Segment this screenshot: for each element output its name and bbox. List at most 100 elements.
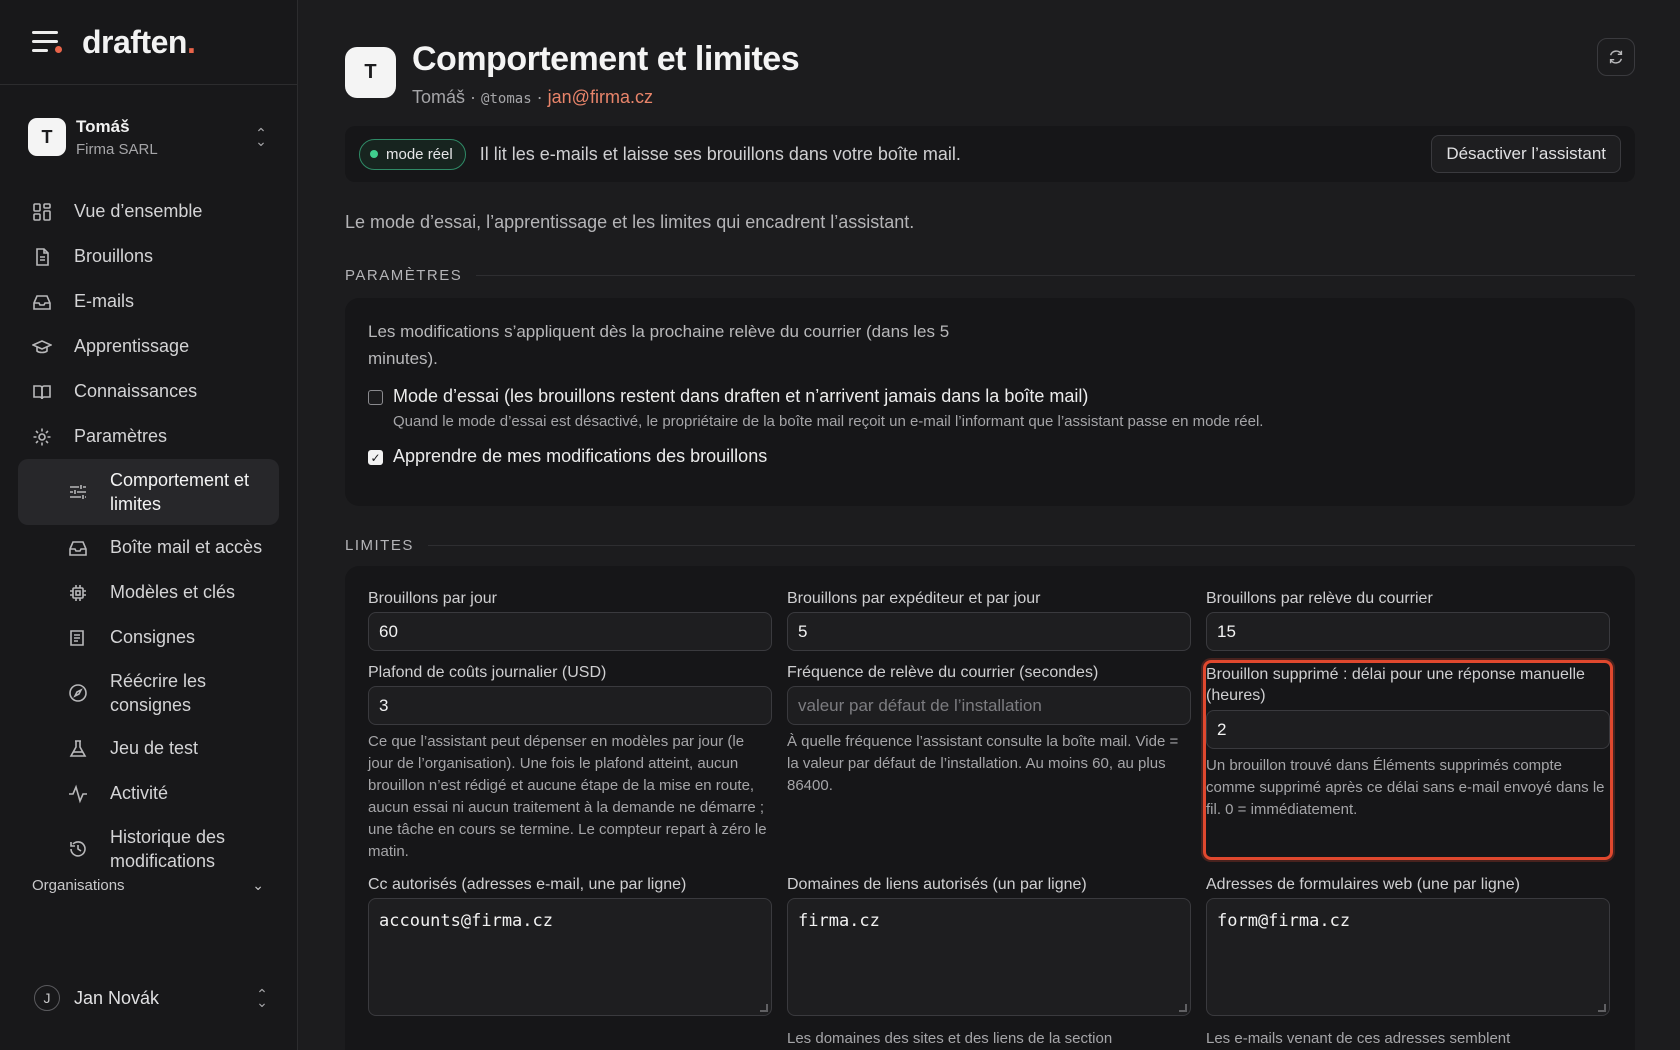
drafts-per-fetch-input[interactable]: 15 — [1206, 612, 1610, 651]
sidebar-item-settings[interactable]: Paramètres — [18, 414, 279, 459]
menu-icon[interactable] — [32, 30, 62, 54]
learn-row: ✓ Apprendre de mes modifications des bro… — [368, 446, 1612, 467]
refresh-icon — [1609, 50, 1623, 64]
trial-mode-checkbox[interactable] — [368, 390, 383, 405]
disable-assistant-button[interactable]: Désactiver l’assistant — [1431, 135, 1621, 173]
sidebar-item-label: Activité — [110, 783, 169, 803]
graduation-cap-icon — [32, 337, 52, 357]
daily-cost-cap-input[interactable]: 3 — [368, 686, 772, 725]
sliders-icon — [68, 482, 88, 502]
web-form-addresses-textarea[interactable]: form@firma.cz — [1206, 898, 1610, 1016]
sidebar-item-learning[interactable]: Apprentissage — [18, 324, 279, 369]
sidebar-item-activity[interactable]: Activité — [18, 771, 279, 816]
status-banner: mode réel Il lit les e-mails et laisse s… — [345, 126, 1635, 182]
settings-subnav: Comportement et limites Boîte mail et ac… — [18, 459, 279, 882]
sidebar-item-mailbox-access[interactable]: Boîte mail et accès — [18, 525, 279, 570]
sidebar-item-label: Historique des modifications — [110, 827, 226, 871]
chip-icon — [68, 583, 88, 603]
trial-mode-row: Mode d’essai (les brouillons restent dan… — [368, 386, 1612, 430]
drafts-per-day-field: Brouillons par jour 60 — [368, 590, 772, 651]
allowed-link-domains-textarea[interactable]: firma.cz — [787, 898, 1191, 1016]
focus-highlight — [1203, 660, 1613, 860]
organisations-toggle[interactable]: Organisations ⌄ — [0, 877, 298, 894]
section-limits-heading: LIMITES — [345, 537, 1635, 554]
chevron-down-icon: ⌄ — [252, 877, 264, 893]
sidebar: draften. T Tomáš Firma SARL ⌃ ⌄ Vue d’ens… — [0, 0, 298, 1050]
fetch-frequency-input[interactable]: valeur par défaut de l’installation — [787, 686, 1191, 725]
mailbox-avatar: T — [345, 47, 396, 98]
fetch-frequency-hint: À quelle fréquence l’assistant consulte … — [787, 733, 1179, 794]
grid-icon — [32, 202, 52, 222]
sidebar-item-test-set[interactable]: Jeu de test — [18, 726, 279, 771]
org-switcher[interactable]: T Tomáš Firma SARL ⌃ ⌄ — [0, 85, 297, 189]
allowed-cc-textarea[interactable]: accounts@firma.cz — [368, 898, 772, 1016]
inbox-icon — [32, 292, 52, 312]
limits-card: Brouillons par jour 60 Brouillons par ex… — [345, 566, 1635, 1050]
sidebar-item-overview[interactable]: Vue d’ensemble — [18, 189, 279, 234]
fetch-frequency-field: Fréquence de relève du courrier (seconde… — [787, 664, 1191, 797]
allowed-link-domains-field: Domaines de liens autorisés (un par lign… — [787, 876, 1191, 1050]
sidebar-item-drafts[interactable]: Brouillons — [18, 234, 279, 279]
section-settings-heading: PARAMÈTRES — [345, 267, 1635, 284]
gear-icon — [32, 427, 52, 447]
allowed-cc-field: Cc autorisés (adresses e-mail, une par l… — [368, 876, 772, 1016]
web-form-addresses-hint: Les e-mails venant de ces adresses sembl… — [1206, 1030, 1511, 1047]
resize-handle-icon — [1179, 1004, 1187, 1012]
mailbox-handle: @tomas — [481, 91, 532, 107]
sidebar-item-label: Paramètres — [74, 426, 168, 446]
activity-icon — [68, 784, 88, 804]
inbox-icon — [68, 538, 88, 558]
org-avatar: T — [28, 118, 66, 156]
sidebar-item-label: Comportement et limites — [110, 470, 250, 514]
user-menu[interactable]: J Jan Novák ⌃ ⌄ — [0, 985, 298, 1011]
document-icon — [32, 247, 52, 267]
org-name: Tomáš — [76, 116, 130, 136]
logo[interactable]: draften. — [82, 24, 196, 61]
page-description: Le mode d’essai, l’apprentissage et les … — [345, 212, 915, 232]
learn-checkbox[interactable]: ✓ — [368, 450, 383, 465]
drafts-per-sender-input[interactable]: 5 — [787, 612, 1191, 651]
sidebar-item-behavior-limits[interactable]: Comportement et limites — [18, 459, 279, 525]
chevrons-up-down-icon: ⌃ ⌄ — [255, 125, 267, 149]
page-meta: Tomáš · @tomas · jan@firma.cz — [412, 87, 653, 107]
resize-handle-icon — [760, 1004, 768, 1012]
mailbox-email-link[interactable]: jan@firma.cz — [548, 87, 653, 107]
sidebar-item-emails[interactable]: E-mails — [18, 279, 279, 324]
sidebar-item-label: Apprentissage — [74, 336, 190, 356]
sidebar-item-label: Réécrire les consignes — [110, 671, 207, 715]
sidebar-item-change-history[interactable]: Historique des modifications — [18, 816, 279, 882]
sidebar-item-label: Modèles et clés — [110, 582, 236, 602]
sidebar-item-label: Jeu de test — [110, 738, 199, 758]
sidebar-item-models-keys[interactable]: Modèles et clés — [18, 570, 279, 615]
sidebar-item-label: Consignes — [110, 627, 196, 647]
sidebar-item-rewrite-instructions[interactable]: Réécrire les consignes — [18, 660, 279, 726]
refresh-button[interactable] — [1597, 38, 1635, 76]
daily-cost-cap-field: Plafond de coûts journalier (USD) 3 Ce q… — [368, 664, 772, 863]
allowed-link-domains-hint: Les domaines des sites et des liens de l… — [787, 1030, 1113, 1047]
sidebar-item-label: Brouillons — [74, 246, 154, 266]
sidebar-item-knowledge[interactable]: Connaissances — [18, 369, 279, 414]
org-subtitle: Firma SARL — [76, 140, 158, 158]
page-header: T Comportement et limites Tomáš · @tomas… — [345, 40, 800, 108]
compass-icon — [68, 683, 88, 703]
history-icon — [68, 839, 88, 859]
page-title: Comportement et limites — [412, 40, 800, 78]
settings-note: Les modifications s’appliquent dès la pr… — [368, 322, 950, 368]
drafts-per-fetch-field: Brouillons par relève du courrier 15 — [1206, 590, 1610, 651]
flask-icon — [68, 739, 88, 759]
sidebar-item-instructions[interactable]: Consignes — [18, 615, 279, 660]
daily-cost-cap-hint: Ce que l’assistant peut dépenser en modè… — [368, 733, 767, 860]
list-icon — [68, 628, 88, 648]
sidebar-nav: Vue d’ensemble Brouillons E-mails Appren… — [0, 189, 297, 882]
settings-card: Les modifications s’appliquent dès la pr… — [345, 298, 1635, 506]
banner-text: Il lit les e-mails et laisse ses brouill… — [479, 143, 961, 164]
brand-bar: draften. — [0, 0, 297, 85]
trial-mode-label[interactable]: Mode d’essai (les brouillons restent dan… — [393, 386, 1263, 407]
drafts-per-day-input[interactable]: 60 — [368, 612, 772, 651]
web-form-addresses-field: Adresses de formulaires web (une par lig… — [1206, 876, 1610, 1050]
organisations-label: Organisations — [32, 877, 125, 894]
sidebar-item-label: Connaissances — [74, 381, 198, 401]
user-name: Jan Novák — [74, 987, 160, 1008]
book-icon — [32, 382, 52, 402]
learn-label[interactable]: Apprendre de mes modifications des broui… — [393, 446, 767, 467]
